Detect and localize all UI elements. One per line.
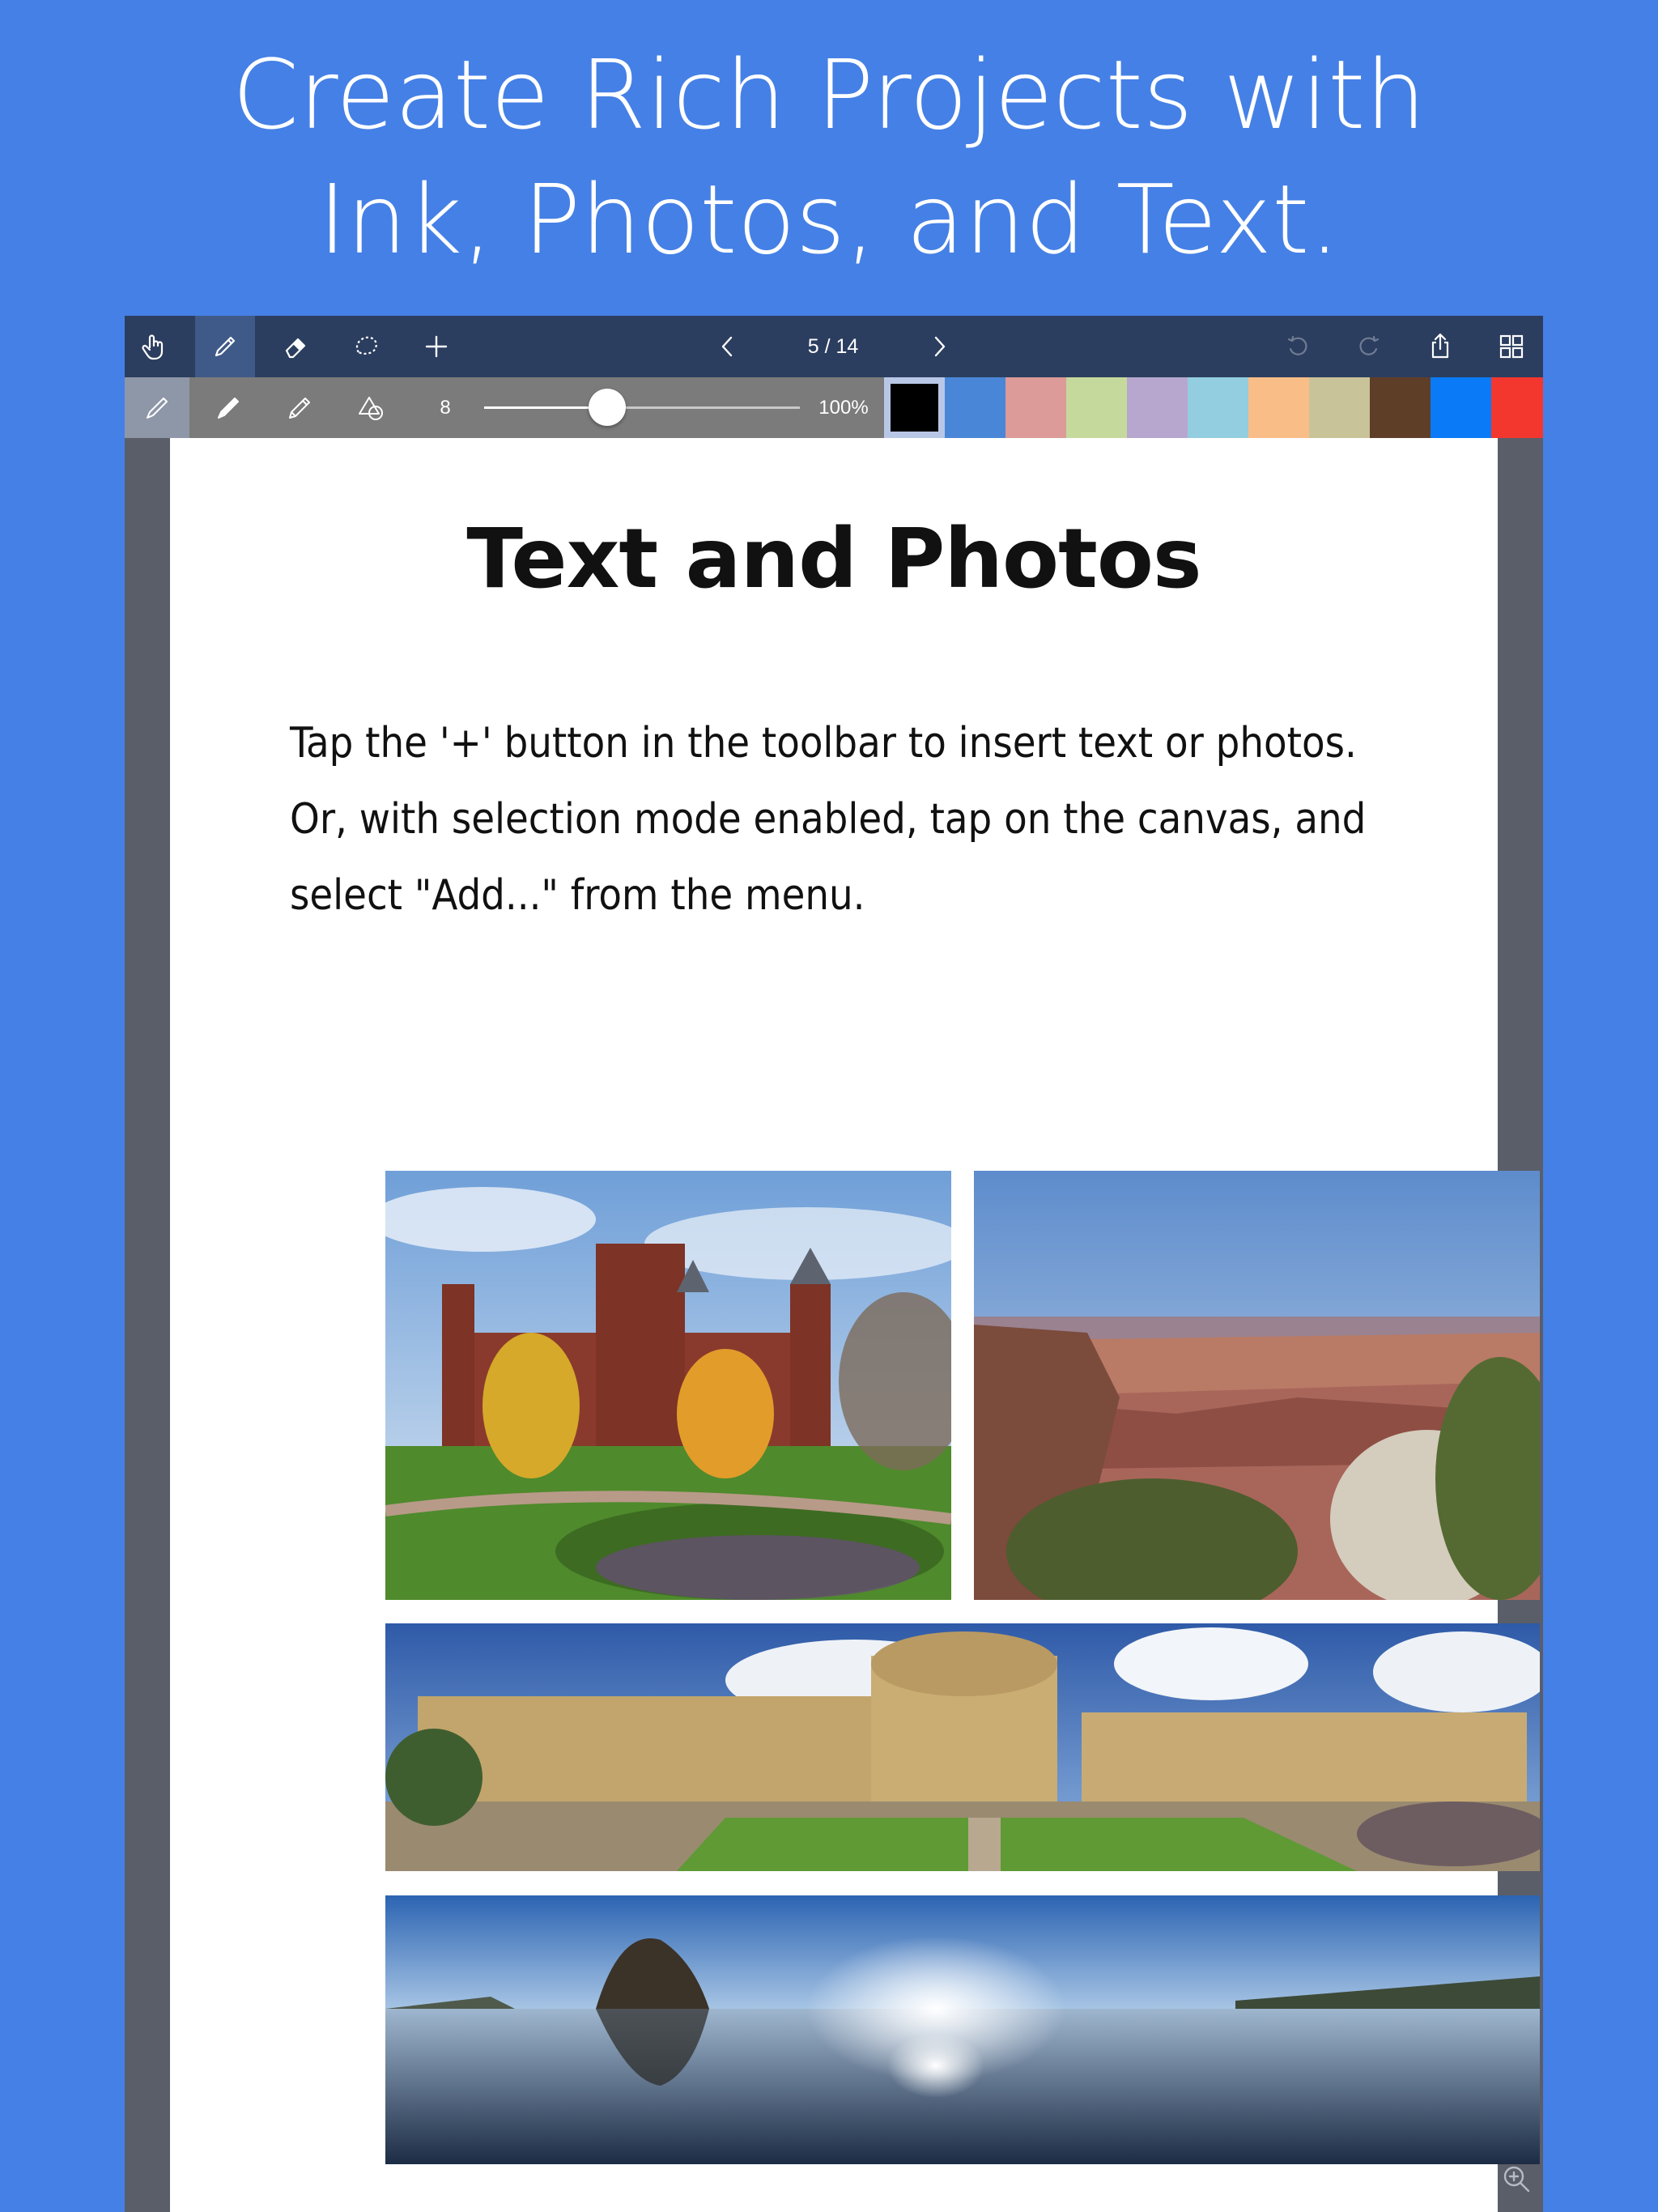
color-swatches bbox=[884, 377, 1543, 438]
color-swatch-8[interactable] bbox=[1309, 377, 1370, 438]
headline-line-2: Ink, Photos, and Text. bbox=[318, 164, 1340, 275]
main-toolbar: 5 / 14 bbox=[125, 316, 1543, 377]
hand-icon bbox=[142, 334, 164, 360]
body-line-2: Or, with selection mode enabled, tap on … bbox=[290, 795, 1367, 844]
marker-button[interactable] bbox=[196, 377, 261, 438]
zoom-in-icon[interactable] bbox=[1498, 2160, 1535, 2197]
color-swatch-5[interactable] bbox=[1127, 377, 1188, 438]
color-swatch-4[interactable] bbox=[1066, 377, 1127, 438]
next-page-button[interactable] bbox=[909, 316, 969, 377]
undo-button[interactable] bbox=[1268, 316, 1328, 377]
share-button[interactable] bbox=[1410, 316, 1470, 377]
pen-nib-button[interactable] bbox=[125, 377, 189, 438]
headline: Create Rich Projects with Ink, Photos, a… bbox=[0, 32, 1658, 282]
body-line-3: select "Add..." from the menu. bbox=[290, 871, 865, 920]
marker-icon bbox=[218, 397, 239, 419]
chevron-right-icon bbox=[934, 336, 946, 357]
pencil-icon bbox=[289, 397, 310, 419]
page-counter: 5 / 14 bbox=[807, 335, 859, 358]
color-swatch-6[interactable] bbox=[1188, 377, 1248, 438]
page-body-text: Tap the '+' button in the toolbar to ins… bbox=[290, 705, 1383, 934]
lasso-icon bbox=[355, 336, 377, 355]
page-title: Text and Photos bbox=[466, 511, 1201, 607]
color-swatch-3[interactable] bbox=[1005, 377, 1066, 438]
color-swatch-10[interactable] bbox=[1431, 377, 1491, 438]
lasso-tool-button[interactable] bbox=[336, 316, 396, 377]
page-canvas[interactable]: Text and Photos Tap the '+' button in th… bbox=[170, 438, 1540, 2212]
pen-tool-button[interactable] bbox=[195, 316, 255, 377]
beach-panorama-photo[interactable] bbox=[385, 1895, 1540, 2164]
undo-icon bbox=[1287, 335, 1307, 355]
shapes-button[interactable] bbox=[338, 377, 403, 438]
redo-button[interactable] bbox=[1339, 316, 1399, 377]
chevron-left-icon bbox=[721, 336, 733, 357]
color-swatch-7[interactable] bbox=[1248, 377, 1309, 438]
color-swatch-11[interactable] bbox=[1491, 377, 1543, 438]
body-line-1: Tap the '+' button in the toolbar to ins… bbox=[290, 719, 1357, 768]
redo-icon bbox=[1359, 335, 1380, 355]
brush-toolbar: 8 100% bbox=[125, 377, 1543, 438]
shapes-icon bbox=[359, 396, 383, 420]
app-window: 5 / 14 8 100% Text and Photos Tap the '+… bbox=[125, 316, 1543, 2212]
slider-thumb[interactable] bbox=[589, 389, 627, 426]
color-swatch-2[interactable] bbox=[945, 377, 1005, 438]
insert-button[interactable] bbox=[406, 316, 466, 377]
hand-tool-button[interactable] bbox=[125, 316, 185, 377]
canyon-photo[interactable] bbox=[974, 1171, 1540, 1600]
brush-size-slider[interactable] bbox=[484, 389, 800, 426]
eraser-tool-button[interactable] bbox=[266, 316, 325, 377]
brush-size-value: 8 bbox=[440, 397, 451, 419]
headline-line-1: Create Rich Projects with bbox=[232, 39, 1426, 151]
pen-nib-icon bbox=[147, 397, 168, 419]
eraser-icon bbox=[285, 338, 306, 359]
grid-icon bbox=[1499, 334, 1524, 359]
color-swatch-1[interactable] bbox=[884, 377, 945, 438]
campus-panorama-photo[interactable] bbox=[385, 1623, 1540, 1871]
castle-photo[interactable] bbox=[385, 1171, 951, 1600]
share-icon bbox=[1431, 333, 1449, 359]
opacity-value: 100% bbox=[818, 397, 869, 419]
page-grid-button[interactable] bbox=[1482, 316, 1541, 377]
color-swatch-9[interactable] bbox=[1370, 377, 1431, 438]
pen-icon bbox=[215, 336, 236, 357]
plus-icon bbox=[425, 335, 448, 358]
pencil-button[interactable] bbox=[267, 377, 332, 438]
